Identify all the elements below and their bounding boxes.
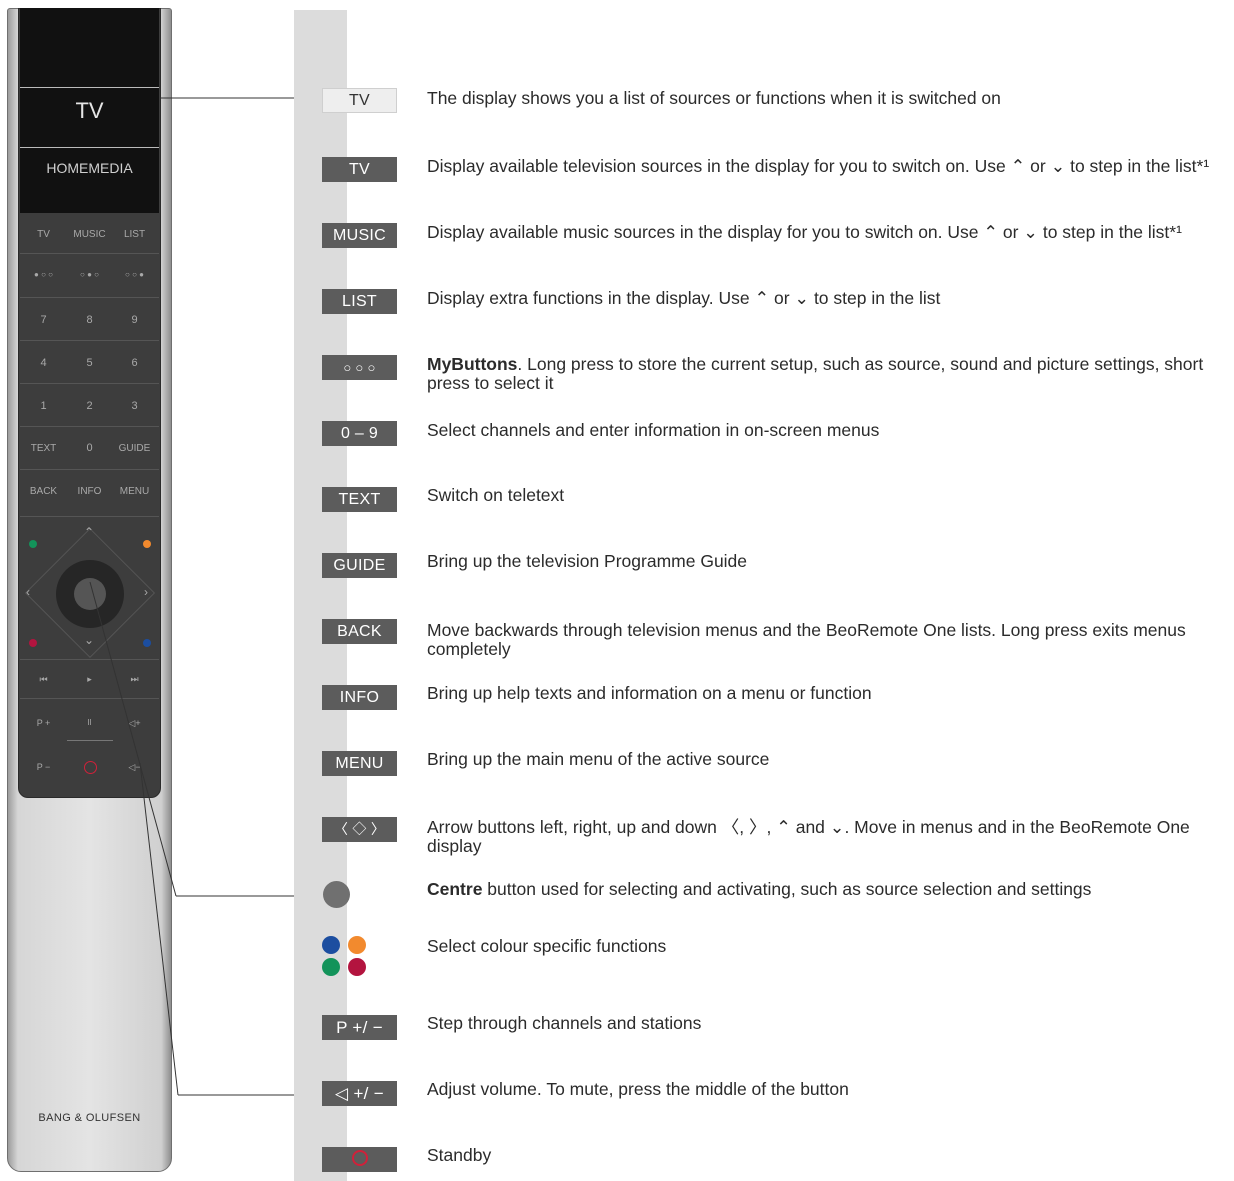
- description-info: Bring up help texts and information on a…: [427, 683, 872, 703]
- music-key-chip: MUSIC: [322, 223, 397, 248]
- description-back: Move backwards through television menus …: [427, 620, 1186, 659]
- legend-band: [294, 10, 347, 1181]
- menu-key-chip: MENU: [322, 751, 397, 776]
- volume-keys-chip: ◁ +/ −: [322, 1081, 397, 1106]
- description-text: Switch on teletext: [427, 485, 565, 505]
- standby-chip: [322, 1147, 397, 1172]
- centre-term: Centre: [427, 879, 483, 899]
- centre-text: button used for selecting and activating…: [482, 879, 1092, 899]
- blue-dot-icon: [322, 936, 340, 954]
- description-arrows: Arrow buttons left, right, up and down 〈…: [427, 817, 1190, 856]
- guide-key-chip: GUIDE: [322, 553, 397, 578]
- centre-button-icon: [323, 881, 350, 908]
- red-dot-icon: [348, 958, 366, 976]
- description-program: Step through channels and stations: [427, 1013, 702, 1033]
- description-mybuttons: MyButtons. Long press to store the curre…: [427, 355, 1232, 393]
- description-centre: Centre button used for selecting and act…: [427, 880, 1232, 899]
- description-guide: Bring up the television Programme Guide: [427, 551, 748, 571]
- info-key-chip: INFO: [322, 685, 397, 710]
- list-key-chip: LIST: [322, 289, 397, 314]
- mybuttons-text: . Long press to store the current setup,…: [427, 354, 1204, 393]
- description-menu: Bring up the main menu of the active sou…: [427, 749, 770, 769]
- green-dot-icon: [322, 958, 340, 976]
- leader-line-volume: [139, 762, 179, 1096]
- description-volume: Adjust volume. To mute, press the middle…: [427, 1079, 849, 1099]
- program-keys-chip: P +/ −: [322, 1015, 397, 1040]
- leader-line-centre: [89, 581, 177, 897]
- mybuttons-chip: ○ ○ ○: [322, 355, 397, 380]
- tv-key-chip: TV: [322, 157, 397, 182]
- description-music: Display available music sources in the d…: [427, 222, 1182, 242]
- description-colours: Select colour specific functions: [427, 936, 667, 956]
- text-key-chip: TEXT: [322, 487, 397, 512]
- orange-dot-icon: [348, 936, 366, 954]
- back-key-chip: BACK: [322, 619, 397, 644]
- tv-display-chip: TV: [322, 88, 397, 113]
- leader-lines: [89, 97, 322, 1096]
- mybuttons-term: MyButtons: [427, 354, 518, 374]
- number-keys-chip: 0 – 9: [322, 421, 397, 446]
- description-standby: Standby: [427, 1145, 492, 1165]
- description-list: Display extra functions in the display. …: [427, 288, 941, 308]
- arrow-keys-chip: 〈 ◇ 〉: [322, 817, 397, 842]
- standby-icon: [351, 1150, 368, 1167]
- description-display: The display shows you a list of sources …: [427, 88, 1001, 108]
- description-tv: Display available television sources in …: [427, 156, 1210, 176]
- description-numbers: Select channels and enter information in…: [427, 420, 880, 440]
